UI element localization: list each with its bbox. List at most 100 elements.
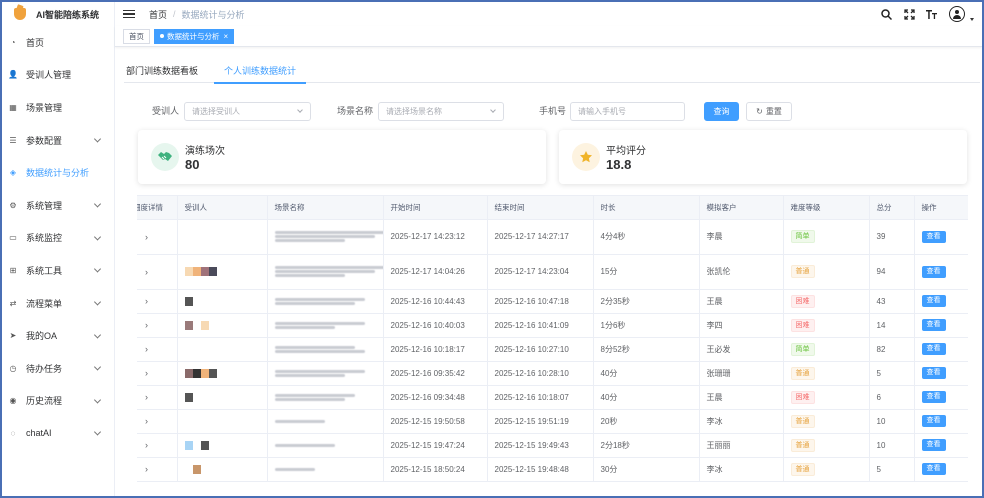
level-badge: 简单 — [790, 230, 815, 243]
table-row: › 2025-12-17 14:04:26 2025-12-17 14:23:04 1… — [137, 254, 968, 290]
chat-icon: ◌ — [10, 428, 16, 438]
phone-input[interactable]: 请输入手机号 — [570, 102, 685, 121]
sidebar-item[interactable]: ◷ 待办任务 — [2, 352, 114, 385]
col-score: 总分 — [869, 196, 915, 220]
view-button[interactable]: 查看 — [921, 230, 946, 243]
expand-row-icon[interactable]: › — [137, 219, 178, 255]
redacted-pixel — [200, 320, 209, 330]
sidebar-item[interactable]: ▭ 系统监控 — [2, 222, 114, 255]
font-size-icon[interactable] — [926, 8, 938, 20]
sidebar-item[interactable]: ⚙ 系统管理 — [2, 189, 114, 222]
cell-customer: 张凯伦 — [699, 254, 784, 290]
expand-row-icon[interactable]: › — [137, 337, 178, 362]
cell-action: 查看 — [914, 433, 968, 458]
redacted-text — [274, 373, 345, 377]
redacted-text — [274, 419, 325, 423]
cell-customer: 李冰 — [699, 409, 784, 434]
view-button[interactable]: 查看 — [921, 415, 946, 427]
cell-trainee — [177, 254, 268, 290]
cell-duration: 8分52秒 — [593, 337, 700, 362]
tags-view: 首页 数据统计与分析 × — [115, 26, 982, 47]
trainee-select[interactable]: 请选择受训人 — [184, 102, 311, 121]
sliders-icon: ☰ — [9, 135, 17, 145]
sidebar-item-label: 我的OA — [26, 331, 58, 342]
expand-row-icon[interactable]: › — [137, 409, 178, 434]
expand-row-icon[interactable]: › — [137, 361, 178, 386]
cell-customer: 王晨 — [699, 385, 784, 410]
view-button[interactable]: 查看 — [921, 367, 946, 379]
view-button[interactable]: 查看 — [921, 295, 946, 307]
cell-trainee — [177, 219, 268, 255]
breadcrumb-home[interactable]: 首页 — [149, 8, 167, 21]
sidebar-item[interactable]: ◔ 首页 — [2, 26, 114, 59]
scene-select[interactable]: 请选择场景名称 — [378, 102, 504, 121]
redacted-pixel — [192, 368, 201, 378]
fox-logo-icon — [14, 8, 26, 20]
redacted-pixel — [184, 440, 193, 450]
chevron-down-icon — [93, 200, 102, 208]
tag-home[interactable]: 首页 — [123, 28, 150, 44]
view-button[interactable]: 查看 — [921, 439, 946, 451]
cell-scene — [267, 433, 384, 458]
chevron-down-icon[interactable] — [970, 17, 974, 21]
view-button[interactable]: 查看 — [921, 391, 946, 403]
sidebar-item[interactable]: ⊞ 系统工具 — [2, 254, 114, 287]
fullscreen-icon[interactable] — [903, 8, 915, 20]
cell-level: 简单 — [783, 219, 870, 255]
cell-trainee — [177, 457, 268, 482]
cell-start-time: 2025-12-15 19:50:58 — [383, 409, 488, 434]
send-icon: ➤ — [9, 331, 17, 341]
reset-button[interactable]: ↻ 重置 — [746, 102, 792, 121]
chevron-down-icon — [93, 331, 102, 339]
expand-row-icon[interactable]: › — [137, 313, 178, 338]
cell-score: 10 — [869, 409, 915, 434]
level-badge: 困难 — [790, 294, 815, 308]
view-button[interactable]: 查看 — [921, 319, 946, 331]
sidebar-item[interactable]: ◌ chatAI — [2, 417, 114, 450]
navbar-right — [880, 2, 974, 26]
view-button[interactable]: 查看 — [921, 463, 946, 475]
redacted-text — [274, 397, 345, 401]
tab-personal-statistics[interactable]: 个人训练数据统计 — [214, 64, 307, 84]
redacted-text — [274, 325, 335, 329]
sidebar-item[interactable]: ➤ 我的OA — [2, 319, 114, 352]
col-end-time: 结束时间 — [487, 196, 594, 220]
cell-duration: 1分6秒 — [593, 313, 700, 338]
sidebar-item[interactable]: ◈ 数据统计与分析 — [2, 156, 114, 189]
cell-scene — [267, 385, 384, 410]
cell-scene — [267, 313, 384, 338]
stat-label: 平均评分 — [606, 146, 646, 157]
redacted-pixel — [200, 440, 209, 450]
redacted-text — [274, 349, 365, 353]
cell-trainee — [177, 409, 268, 434]
expand-row-icon[interactable]: › — [137, 254, 178, 290]
search-form: 受训人 请选择受训人 场景名称 请选择场景名称 手机号 请输入手机号 查询 ↻ … — [2, 102, 982, 121]
avatar[interactable] — [949, 6, 965, 22]
search-icon[interactable] — [880, 8, 892, 20]
expand-row-icon[interactable]: › — [137, 433, 178, 458]
view-button[interactable]: 查看 — [921, 265, 946, 278]
expand-row-icon[interactable]: › — [137, 289, 178, 314]
redacted-pixel — [184, 464, 193, 474]
close-icon[interactable]: × — [224, 32, 229, 41]
level-badge: 普通 — [790, 265, 815, 278]
expand-row-icon[interactable]: › — [137, 385, 178, 410]
redacted-pixel — [192, 267, 201, 277]
sidebar-item[interactable]: ◉ 历史流程 — [2, 385, 114, 418]
tag-data-statistics[interactable]: 数据统计与分析 × — [154, 28, 235, 44]
expand-row-icon[interactable]: › — [137, 457, 178, 482]
col-scene: 场景名称 — [267, 196, 384, 220]
redacted-pixel — [184, 296, 193, 306]
sidebar-item[interactable]: 👤 受训人管理 — [2, 59, 114, 92]
hamburger-icon[interactable] — [123, 8, 135, 21]
sidebar-item[interactable]: ☰ 参数配置 — [2, 124, 114, 157]
cell-scene — [267, 289, 384, 314]
tab-department-dashboard[interactable]: 部门训练数据看板 — [124, 64, 200, 83]
search-button[interactable]: 查询 — [704, 102, 739, 121]
cell-end-time: 2025-12-16 10:27:10 — [487, 337, 594, 362]
view-button[interactable]: 查看 — [921, 343, 946, 355]
redacted-pixel — [184, 320, 193, 330]
app-window: AI智能陪练系统 ◔ 首页 👤 受训人管理 ▦ 场景管理 ☰ 参数配置 ◈ 数据统计与分析 ⚙ 系统管… — [0, 0, 984, 498]
sidebar-item[interactable]: ⇄ 流程菜单 — [2, 287, 114, 320]
stat-value: 18.8 — [606, 157, 632, 172]
